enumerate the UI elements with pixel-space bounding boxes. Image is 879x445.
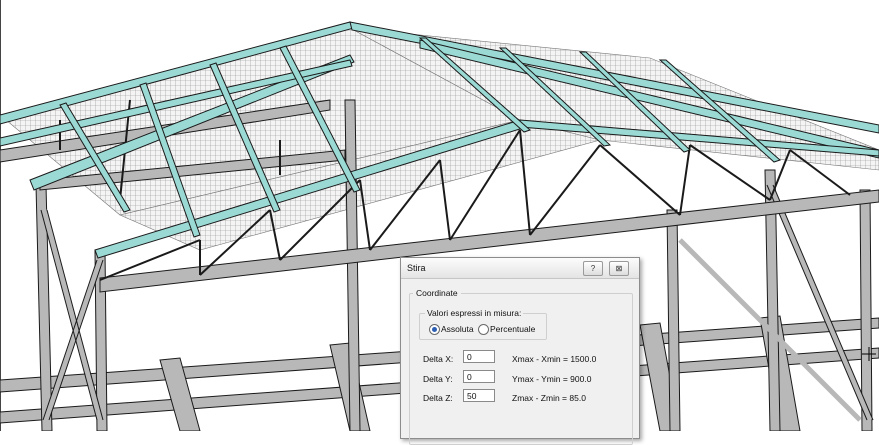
radio-percent[interactable] — [478, 324, 489, 335]
delta-z-input[interactable]: 50 — [463, 389, 495, 402]
y-range-text: Ymax - Ymin = 900.0 — [512, 374, 592, 384]
x-range-text: Xmax - Xmin = 1500.0 — [512, 354, 597, 364]
radio-percent-label[interactable]: Percentuale — [490, 324, 535, 334]
delta-y-input[interactable]: 0 — [463, 370, 495, 383]
radio-absolute[interactable] — [429, 324, 440, 335]
delta-z-label: Delta Z: — [423, 393, 453, 403]
z-range-text: Zmax - Zmin = 85.0 — [512, 393, 586, 403]
help-icon[interactable]: ? — [583, 261, 603, 276]
delta-x-input[interactable]: 0 — [463, 350, 495, 363]
measure-mode-title: Valori espressi in misura: — [425, 308, 524, 318]
dialog-title: Stira — [407, 263, 426, 273]
close-icon[interactable]: ⊠ — [609, 261, 629, 276]
delta-y-label: Delta Y: — [423, 374, 453, 384]
radio-absolute-label[interactable]: Assoluta — [441, 324, 474, 334]
coordinates-group-title: Coordinate — [413, 288, 461, 298]
delta-x-label: Delta X: — [423, 354, 454, 364]
stretch-dialog: Stira ? ⊠ Coordinate Valori espressi in … — [400, 257, 640, 445]
dialog-titlebar[interactable]: Stira ? ⊠ — [401, 258, 639, 279]
